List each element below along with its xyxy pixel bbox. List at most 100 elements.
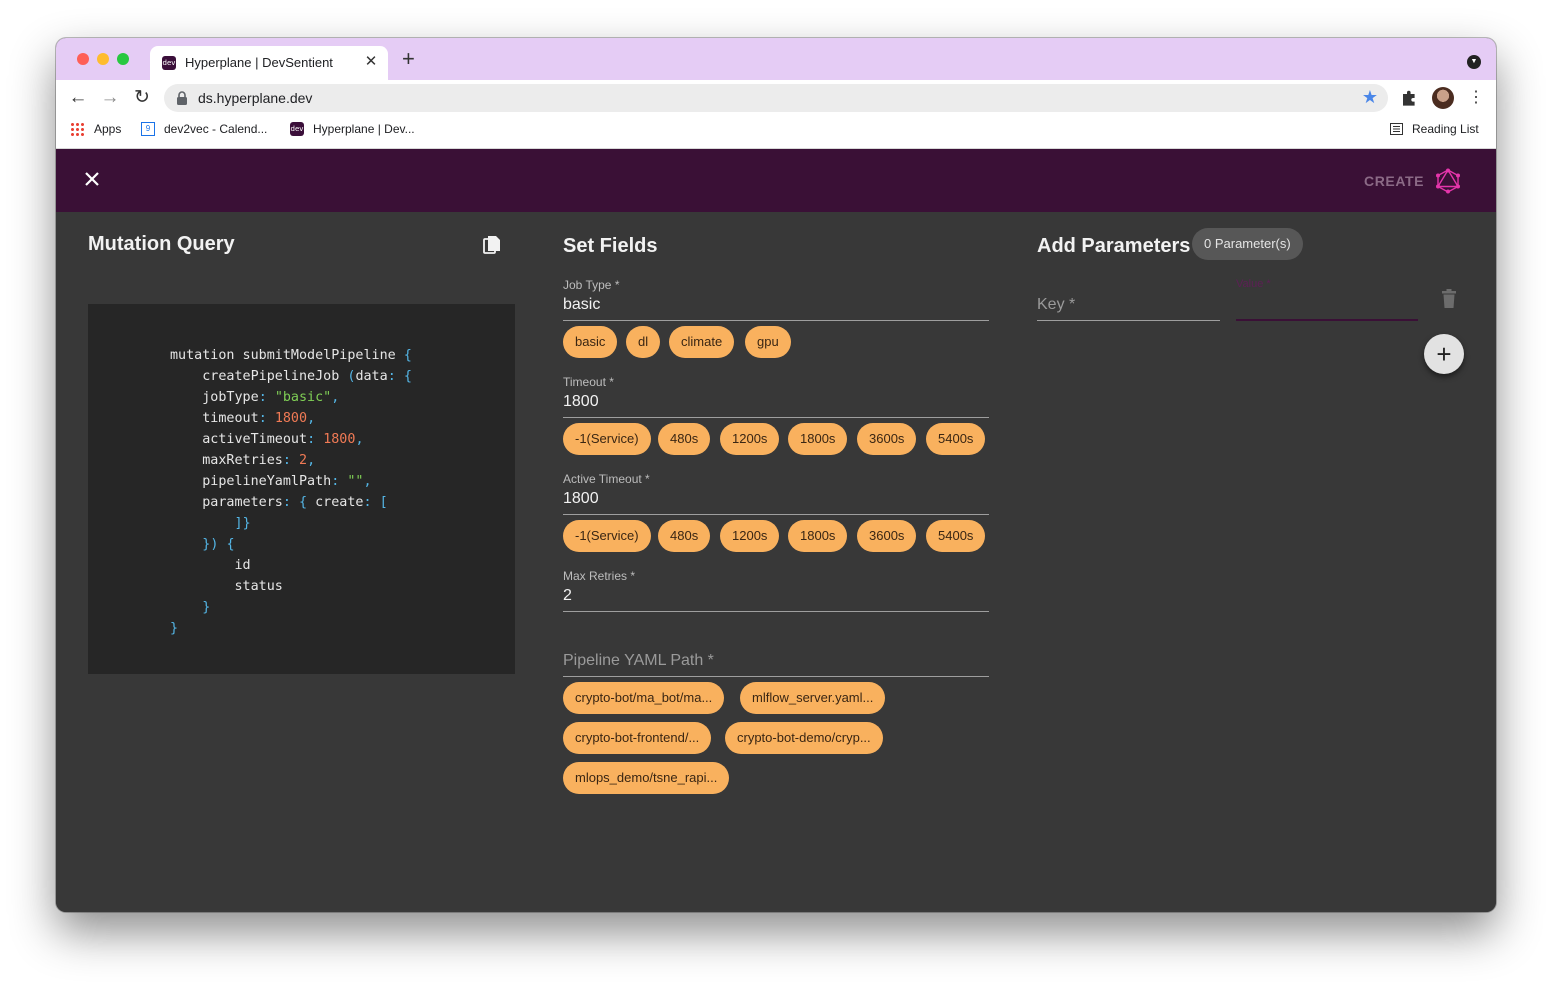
- pipeline-yaml-chip[interactable]: crypto-bot-frontend/...: [563, 722, 712, 754]
- max-retries-label: Max Retries *: [563, 569, 636, 583]
- url-text: ds.hyperplane.dev: [198, 90, 313, 106]
- graphql-icon[interactable]: [1436, 168, 1460, 194]
- active-timeout-chip[interactable]: 1200s: [720, 520, 780, 552]
- mutation-code: mutation submitModelPipeline { createPip…: [170, 345, 412, 639]
- app-header: CREATE: [56, 149, 1496, 212]
- timeout-chip[interactable]: 3600s: [857, 423, 917, 455]
- reading-list-button[interactable]: Reading List: [1390, 116, 1490, 148]
- code-line: timeout: 1800,: [170, 411, 316, 426]
- timeout-chip[interactable]: 5400s: [926, 423, 986, 455]
- code-line: pipelineYamlPath: "",: [170, 474, 372, 489]
- back-arrow-icon[interactable]: ←: [66, 86, 90, 110]
- minimize-window-button[interactable]: [97, 53, 109, 65]
- pipeline-yaml-underline: [563, 676, 989, 677]
- timeout-input[interactable]: 1800: [563, 393, 599, 411]
- timeout-underline: [563, 417, 989, 418]
- active-timeout-underline: [563, 514, 989, 515]
- code-line: jobType: "basic",: [170, 390, 340, 405]
- apps-grid-icon: [70, 122, 84, 136]
- copy-icon[interactable]: [483, 235, 501, 255]
- browser-window: dev Hyperplane | DevSentient ✕ + ▼ ← → ↻…: [56, 38, 1496, 912]
- close-icon[interactable]: [82, 169, 102, 189]
- plus-icon: +: [1436, 339, 1452, 369]
- delete-trash-icon[interactable]: [1441, 289, 1457, 309]
- reload-icon[interactable]: ↻: [130, 86, 154, 110]
- active-timeout-chip[interactable]: -1(Service): [563, 520, 651, 552]
- pipeline-yaml-input[interactable]: Pipeline YAML Path *: [563, 652, 714, 670]
- tab-close-icon[interactable]: ✕: [362, 52, 380, 70]
- mutation-code-block: mutation submitModelPipeline { createPip…: [88, 304, 515, 674]
- pipeline-yaml-chip[interactable]: crypto-bot-demo/cryp...: [725, 722, 883, 754]
- max-retries-underline: [563, 611, 989, 612]
- hyperplane-favicon-icon: dev: [290, 122, 304, 136]
- bookmark-label: Apps: [94, 122, 122, 136]
- timeout-label: Timeout *: [563, 375, 614, 389]
- browser-menu-kebab-icon[interactable]: ⋮: [1468, 87, 1484, 107]
- code-line: maxRetries: 2,: [170, 453, 316, 468]
- pipeline-yaml-chip[interactable]: crypto-bot/ma_bot/ma...: [563, 682, 725, 714]
- hyperplane-favicon-icon: dev: [162, 56, 176, 70]
- timeout-chip[interactable]: 480s: [658, 423, 711, 455]
- reading-list-icon: [1390, 123, 1403, 135]
- timeout-chip[interactable]: -1(Service): [563, 423, 651, 455]
- tab-title: Hyperplane | DevSentient: [185, 55, 333, 70]
- job-type-input[interactable]: basic: [563, 296, 600, 314]
- active-timeout-chip[interactable]: 1800s: [788, 520, 848, 552]
- create-button[interactable]: CREATE: [1364, 173, 1424, 189]
- code-line: createPipelineJob (data: {: [170, 369, 412, 384]
- active-timeout-chip[interactable]: 3600s: [857, 520, 917, 552]
- tab-search-chevron-icon[interactable]: ▼: [1467, 55, 1481, 69]
- bookmarks-bar: Apps 9 dev2vec - Calend... dev Hyperplan…: [56, 116, 1496, 149]
- tab-strip: dev Hyperplane | DevSentient ✕ + ▼: [56, 38, 1496, 80]
- code-line: mutation submitModelPipeline {: [170, 348, 412, 363]
- pipeline-yaml-chip[interactable]: mlflow_server.yaml...: [740, 682, 886, 714]
- active-timeout-chip[interactable]: 480s: [658, 520, 711, 552]
- timeout-chip[interactable]: 1200s: [720, 423, 780, 455]
- add-parameter-button[interactable]: +: [1424, 334, 1464, 374]
- forward-arrow-icon[interactable]: →: [98, 86, 122, 110]
- parameter-key-input[interactable]: Key *: [1037, 296, 1075, 314]
- bookmark-hyperplane[interactable]: dev Hyperplane | Dev...: [290, 116, 430, 148]
- code-line: ]}: [234, 516, 251, 531]
- active-timeout-chip[interactable]: 5400s: [926, 520, 986, 552]
- bookmark-star-icon[interactable]: ★: [1362, 87, 1378, 108]
- extensions-puzzle-icon[interactable]: [1400, 89, 1418, 107]
- close-window-button[interactable]: [77, 53, 89, 65]
- job-type-chip-dl[interactable]: dl: [626, 326, 661, 358]
- bookmark-apps[interactable]: Apps: [70, 116, 130, 148]
- add-parameters-title: Add Parameters: [1037, 235, 1191, 257]
- timeout-chip[interactable]: 1800s: [788, 423, 848, 455]
- main-content: Mutation Query mutation submitModelPipel…: [56, 212, 1496, 912]
- active-timeout-input[interactable]: 1800: [563, 490, 599, 508]
- mutation-query-title: Mutation Query: [88, 233, 235, 255]
- code-line: parameters: { create: [: [170, 495, 388, 510]
- parameter-count-badge: 0 Parameter(s): [1192, 228, 1303, 260]
- code-line: }) {: [202, 537, 235, 552]
- lock-icon: [177, 91, 187, 105]
- code-line: activeTimeout: 1800,: [170, 432, 364, 447]
- bookmark-dev2vec[interactable]: 9 dev2vec - Calend...: [141, 116, 281, 148]
- job-type-chip-basic[interactable]: basic: [563, 326, 618, 358]
- profile-avatar[interactable]: [1432, 87, 1454, 109]
- key-underline: [1037, 320, 1220, 321]
- parameter-value-label: Value *: [1236, 278, 1271, 290]
- pipeline-yaml-chip[interactable]: mlops_demo/tsne_rapi...: [563, 762, 730, 794]
- reading-list-label: Reading List: [1412, 122, 1479, 136]
- bookmark-label: dev2vec - Calend...: [164, 122, 268, 136]
- calendar-icon: 9: [141, 122, 155, 136]
- max-retries-input[interactable]: 2: [563, 587, 572, 605]
- active-timeout-label: Active Timeout *: [563, 472, 650, 486]
- bookmark-label: Hyperplane | Dev...: [313, 122, 415, 136]
- address-bar[interactable]: ds.hyperplane.dev ★: [164, 84, 1388, 112]
- code-line: status: [170, 579, 283, 594]
- job-type-chip-gpu[interactable]: gpu: [745, 326, 791, 358]
- parameter-value-input[interactable]: [1236, 319, 1418, 321]
- code-line: }: [202, 600, 211, 615]
- browser-tab[interactable]: dev Hyperplane | DevSentient ✕: [150, 46, 388, 80]
- new-tab-plus-icon[interactable]: +: [402, 48, 415, 70]
- job-type-chip-climate[interactable]: climate: [669, 326, 735, 358]
- code-line: id: [170, 558, 251, 573]
- browser-toolbar: ← → ↻ ds.hyperplane.dev ★ ⋮: [56, 80, 1496, 116]
- job-type-underline: [563, 320, 989, 321]
- maximize-window-button[interactable]: [117, 53, 129, 65]
